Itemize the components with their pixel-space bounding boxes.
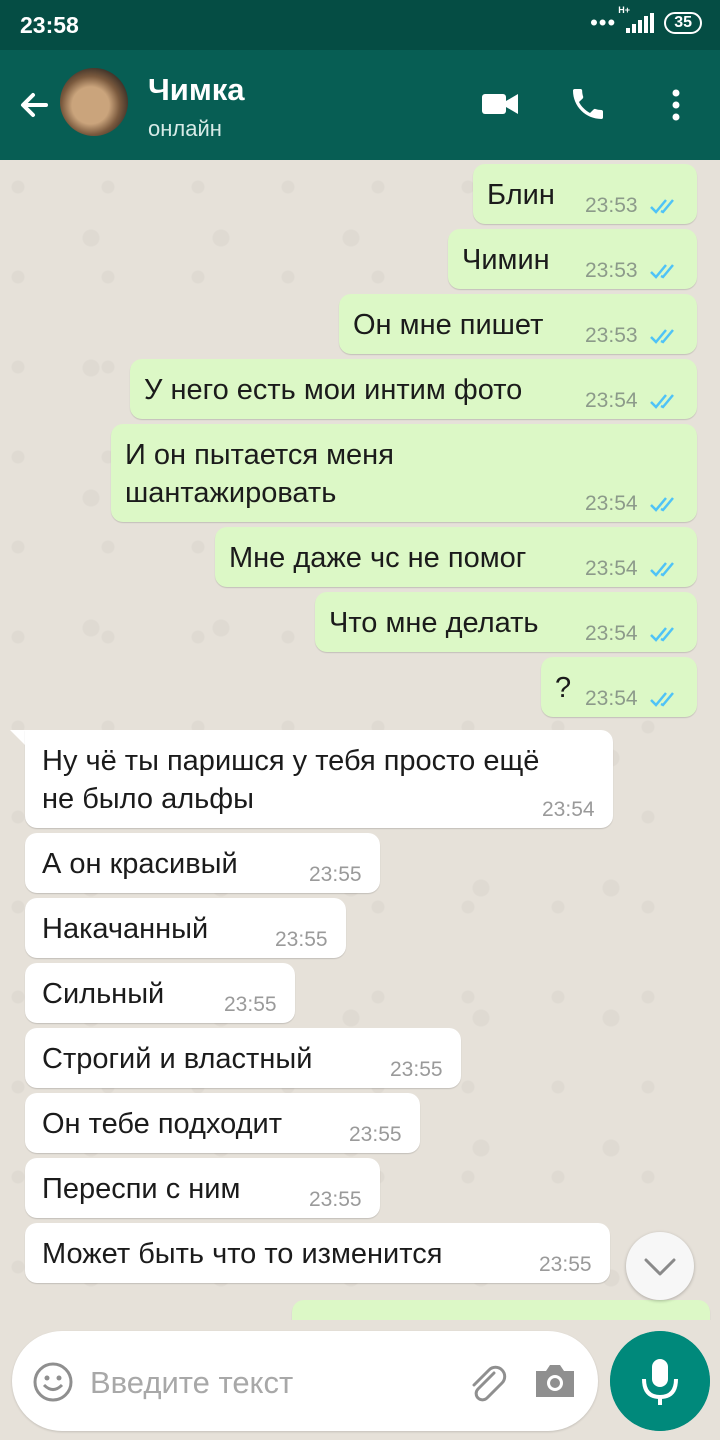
message-time: 23:54 (585, 557, 638, 580)
message-time: 23:55 (390, 1058, 443, 1081)
video-camera-icon[interactable] (480, 88, 520, 120)
signal-icon (626, 13, 655, 33)
message-text: Он тебе подходит (42, 1108, 283, 1140)
emoji-icon[interactable] (32, 1361, 74, 1403)
message-text: Что мне делать (329, 607, 539, 639)
double-check-icon (650, 497, 674, 512)
more-vert-icon[interactable] (660, 85, 692, 125)
chat-area[interactable]: Блин 23:53 Чимин 23:53 Он мне пишет 23:5… (0, 160, 720, 1320)
message-incoming[interactable]: Ну чё ты паришся у тебя просто ещё не бы… (25, 730, 613, 828)
message-text: А он красивый (42, 848, 238, 880)
message-outgoing[interactable]: Он мне пишет 23:53 (339, 294, 697, 354)
message-text: ? (555, 672, 572, 704)
mic-icon[interactable] (610, 1331, 710, 1431)
message-outgoing[interactable]: Мне даже чс не помог 23:54 (215, 527, 697, 587)
paperclip-icon[interactable] (464, 1359, 510, 1405)
battery-icon: 35 (664, 12, 702, 34)
message-time: 23:55 (275, 928, 328, 951)
message-time: 23:54 (585, 687, 638, 710)
message-outgoing[interactable]: Что мне делать 23:54 (315, 592, 697, 652)
message-incoming[interactable]: Он тебе подходит 23:55 (25, 1093, 420, 1153)
message-incoming[interactable]: Может быть что то изменится 23:55 (25, 1223, 610, 1283)
status-bar: 23:58 ••• H+ 35 (0, 0, 720, 50)
message-time: 23:53 (585, 259, 638, 282)
message-text: Сильный (42, 978, 165, 1010)
message-text: Переспи с ним (42, 1173, 241, 1205)
message-time: 23:54 (585, 389, 638, 412)
message-time: 23:55 (539, 1253, 592, 1276)
message-time: 23:54 (542, 798, 595, 821)
notification-dots-icon: ••• (590, 10, 617, 35)
message-time: 23:55 (224, 993, 277, 1016)
message-time: 23:55 (309, 863, 362, 886)
message-text: Мне даже чс не помог (229, 542, 527, 574)
message-time: 23:55 (349, 1123, 402, 1146)
message-time: 23:54 (585, 622, 638, 645)
message-time: 23:53 (585, 324, 638, 347)
chevron-down-icon[interactable] (626, 1232, 694, 1300)
message-time: 23:55 (309, 1188, 362, 1211)
message-outgoing[interactable]: И он пытается меня шантажировать 23:54 (111, 424, 697, 522)
message-outgoing[interactable]: ? 23:54 (541, 657, 697, 717)
message-outgoing[interactable]: Блин 23:53 (473, 164, 697, 224)
message-time: 23:54 (585, 492, 638, 515)
message-incoming[interactable]: Сильный 23:55 (25, 963, 295, 1023)
message-text: Строгий и властный (42, 1043, 313, 1075)
message-text: Накачанный (42, 913, 209, 945)
message-incoming[interactable]: Накачанный 23:55 (25, 898, 346, 958)
avatar[interactable] (60, 68, 128, 136)
message-text: Может быть что то изменится (42, 1238, 443, 1270)
battery-level: 35 (674, 14, 692, 31)
message-incoming[interactable]: Переспи с ним 23:55 (25, 1158, 380, 1218)
message-text: Блин (487, 179, 555, 211)
message-composer (12, 1331, 598, 1431)
message-text: Чимин (462, 244, 550, 276)
double-check-icon (650, 692, 674, 707)
message-text: Ну чё ты паришся у тебя просто ещё не бы… (42, 745, 540, 815)
double-check-icon (650, 199, 674, 214)
message-text: У него есть мои интим фото (144, 374, 523, 406)
status-time: 23:58 (20, 12, 79, 38)
double-check-icon (650, 329, 674, 344)
contact-status: онлайн (148, 116, 222, 141)
double-check-icon (650, 627, 674, 642)
message-time: 23:53 (585, 194, 638, 217)
status-icons: ••• H+ 35 (590, 5, 702, 35)
network-type: H+ (618, 5, 630, 15)
network-indicator: H+ (618, 5, 655, 33)
message-text: Он мне пишет (353, 309, 544, 341)
message-incoming[interactable]: А он красивый 23:55 (25, 833, 380, 893)
message-input[interactable] (88, 1357, 452, 1409)
double-check-icon (650, 562, 674, 577)
arrow-left-icon[interactable] (14, 85, 54, 125)
message-text: И он пытается меня шантажировать (125, 439, 394, 509)
double-check-icon (650, 394, 674, 409)
contact-name[interactable]: Чимка (148, 72, 245, 108)
message-outgoing-partial[interactable] (292, 1300, 710, 1320)
message-outgoing[interactable]: Чимин 23:53 (448, 229, 697, 289)
phone-icon[interactable] (568, 83, 608, 125)
message-outgoing[interactable]: У него есть мои интим фото 23:54 (130, 359, 697, 419)
message-incoming[interactable]: Строгий и властный 23:55 (25, 1028, 461, 1088)
camera-icon[interactable] (532, 1361, 578, 1401)
chat-header: Чимка онлайн (0, 50, 720, 160)
double-check-icon (650, 264, 674, 279)
